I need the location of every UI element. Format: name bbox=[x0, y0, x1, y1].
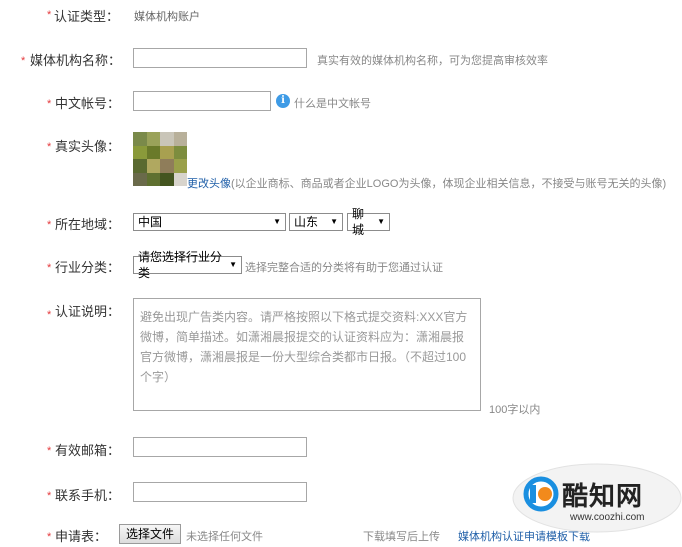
chevron-down-icon: ▼ bbox=[330, 217, 338, 226]
chinese-account-label: 中文帐号： bbox=[55, 96, 121, 111]
country-select[interactable]: 中国 ▼ bbox=[133, 213, 286, 231]
province-select[interactable]: 山东 ▼ bbox=[289, 213, 343, 231]
country-select-value: 中国 bbox=[138, 215, 163, 229]
industry-select[interactable]: 请您选择行业分类 ▼ bbox=[133, 250, 242, 280]
required-mark: * bbox=[47, 490, 52, 502]
watermark: 酷知网 www.coozhi.com bbox=[512, 463, 682, 533]
chevron-down-icon: ▼ bbox=[377, 217, 385, 226]
description-limit: 100字以内 bbox=[489, 404, 541, 416]
avatar-label: 真实头像： bbox=[55, 139, 121, 154]
province-select-value: 山东 bbox=[294, 215, 319, 229]
avatar-row-text: 更改头像(以企业商标、商品或者企业LOGO为头像，体现企业相关信息，不接受与账号… bbox=[187, 175, 666, 191]
email-input[interactable] bbox=[133, 437, 307, 457]
download-hint: 下载填写后上传 bbox=[363, 531, 440, 543]
required-mark: * bbox=[47, 531, 52, 543]
required-mark: * bbox=[47, 219, 52, 231]
application-label: 申请表： bbox=[55, 529, 108, 544]
info-icon[interactable]: i bbox=[276, 94, 290, 108]
watermark-brand: 酷知网 bbox=[562, 482, 644, 512]
industry-label: 行业分类： bbox=[55, 260, 121, 275]
account-type-value: 媒体机构账户 bbox=[134, 11, 200, 23]
description-label: 认证说明： bbox=[55, 304, 121, 319]
chinese-account-input[interactable] bbox=[133, 91, 271, 111]
required-mark: * bbox=[47, 141, 52, 153]
avatar-image bbox=[133, 132, 187, 186]
chevron-down-icon: ▼ bbox=[229, 260, 237, 269]
required-mark: * bbox=[47, 98, 52, 110]
phone-label: 联系手机： bbox=[55, 488, 121, 503]
watermark-url: www.coozhi.com bbox=[570, 512, 645, 523]
location-label: 所在地域： bbox=[55, 217, 121, 232]
change-avatar-link[interactable]: 更改头像 bbox=[187, 178, 231, 190]
required-mark: * bbox=[47, 445, 52, 457]
org-name-hint: 真实有效的媒体机构名称，可为您提高审核效率 bbox=[317, 55, 548, 67]
description-textarea[interactable]: 避免出现广告类内容。请严格按照以下格式提交资料:XXX官方微博，简单描述。如潇湘… bbox=[133, 298, 481, 411]
industry-hint: 选择完整合适的分类将有助于您通过认证 bbox=[245, 262, 443, 274]
phone-input[interactable] bbox=[133, 482, 307, 502]
city-select[interactable]: 聊城 ▼ bbox=[347, 207, 390, 237]
choose-file-button[interactable]: 选择文件 bbox=[119, 524, 182, 544]
chinese-account-help-link[interactable]: 什么是中文帐号 bbox=[294, 95, 371, 111]
industry-select-value: 请您选择行业分类 bbox=[138, 250, 223, 280]
no-file-text: 未选择任何文件 bbox=[186, 531, 263, 543]
org-name-input[interactable] bbox=[133, 48, 307, 68]
required-mark: * bbox=[47, 262, 52, 274]
required-mark: * bbox=[47, 309, 52, 321]
city-select-value: 聊城 bbox=[352, 207, 365, 237]
chevron-down-icon: ▼ bbox=[273, 217, 281, 226]
avatar-hint: (以企业商标、商品或者企业LOGO为头像，体现企业相关信息，不接受与账号无关的头… bbox=[231, 178, 667, 190]
required-mark: * bbox=[47, 9, 52, 21]
required-mark: * bbox=[21, 55, 26, 67]
email-label: 有效邮箱： bbox=[55, 443, 121, 458]
account-type-label: 认证类型： bbox=[54, 9, 120, 24]
org-name-label: 媒体机构名称： bbox=[30, 53, 122, 68]
